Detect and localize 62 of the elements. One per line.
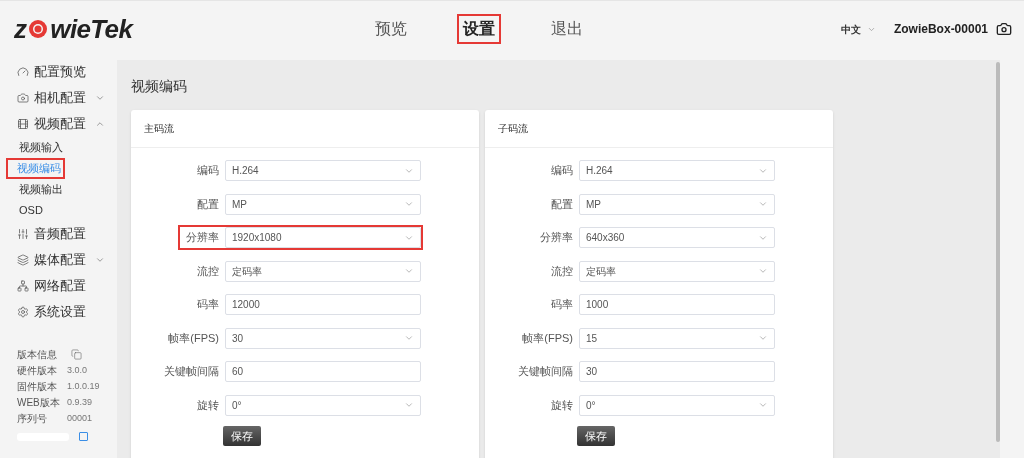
field-label: 分辨率 <box>540 230 574 246</box>
field-label: 配置 <box>551 196 574 212</box>
version-title: 版本信息 <box>17 348 57 362</box>
select-field[interactable]: 定码率 <box>225 260 421 282</box>
sidebar-item[interactable]: 网络配置 <box>17 273 112 299</box>
select-field[interactable]: MP <box>579 193 775 215</box>
nav-tab[interactable]: 退出 <box>545 14 590 44</box>
field-label: 关键帧间隔 <box>164 364 220 380</box>
input-field[interactable]: 12000 <box>225 294 421 315</box>
input-field[interactable]: 60 <box>225 361 421 382</box>
field-label: 编码 <box>551 163 574 179</box>
nav-tab[interactable]: 设置 <box>457 14 502 44</box>
sidebar-item[interactable]: 音频配置 <box>17 221 112 247</box>
field-label: 码率 <box>197 297 220 313</box>
version-label: 固件版本 <box>17 380 58 394</box>
sidebar-item[interactable]: 视频配置 <box>17 111 112 137</box>
version-value: 3.0.0 <box>67 363 88 377</box>
select-field[interactable]: MP <box>225 193 421 215</box>
field-label: 旋转 <box>551 397 574 413</box>
version-value: 00001 <box>67 411 93 425</box>
save-button[interactable]: 保存 <box>577 426 615 446</box>
field-label: 流控 <box>551 263 574 279</box>
input-field[interactable]: 1000 <box>579 294 775 315</box>
select-field[interactable]: H.264 <box>579 160 775 181</box>
card-title: 子码流 <box>498 122 528 136</box>
page-title: 视频编码 <box>131 77 188 96</box>
field-label: 分辨率 <box>186 230 220 246</box>
field-label: 帧率(FPS) <box>168 330 220 346</box>
input-field[interactable]: 30 <box>579 361 775 382</box>
version-label: 硬件版本 <box>17 364 58 378</box>
sidebar-item[interactable]: 配置预览 <box>17 59 112 85</box>
card-title: 主码流 <box>144 122 174 136</box>
sidebar-subitem[interactable]: 视频输入 <box>6 137 65 158</box>
version-label: WEB版本 <box>17 396 61 410</box>
logo: z wieTek <box>14 12 133 46</box>
sidebar-item[interactable]: 媒体配置 <box>17 247 112 273</box>
field-label: 配置 <box>197 196 220 212</box>
language-select[interactable]: 中文 <box>840 21 876 37</box>
field-label: 流控 <box>197 263 220 279</box>
select-field[interactable]: 定码率 <box>579 260 775 282</box>
sidebar-subitem[interactable]: 视频输出 <box>6 179 65 200</box>
select-field[interactable]: 640x360 <box>579 227 775 248</box>
select-field[interactable]: 0° <box>225 394 421 416</box>
select-field[interactable]: 15 <box>579 327 775 349</box>
field-label: 关键帧间隔 <box>518 364 574 380</box>
save-button[interactable]: 保存 <box>223 426 261 446</box>
sidebar-subitem[interactable]: OSD <box>6 200 45 221</box>
select-field[interactable]: 0° <box>579 394 775 416</box>
version-label: 序列号 <box>17 412 48 426</box>
select-field[interactable]: 1920x1080 <box>225 227 421 248</box>
sidebar-item[interactable]: 相机配置 <box>17 85 112 111</box>
sidebar-item[interactable]: 系统设置 <box>17 299 112 325</box>
version-value: 1.0.0.19 <box>67 379 100 393</box>
field-label: 帧率(FPS) <box>522 330 574 346</box>
version-value: 0.9.39 <box>67 395 93 409</box>
select-field[interactable]: H.264 <box>225 160 421 181</box>
field-label: 旋转 <box>197 397 220 413</box>
field-label: 码率 <box>551 297 574 313</box>
nav-tab[interactable]: 预览 <box>369 14 414 44</box>
device-name: ZowieBox-00001 <box>893 21 988 38</box>
field-label: 编码 <box>197 163 220 179</box>
select-field[interactable]: 30 <box>225 327 421 349</box>
